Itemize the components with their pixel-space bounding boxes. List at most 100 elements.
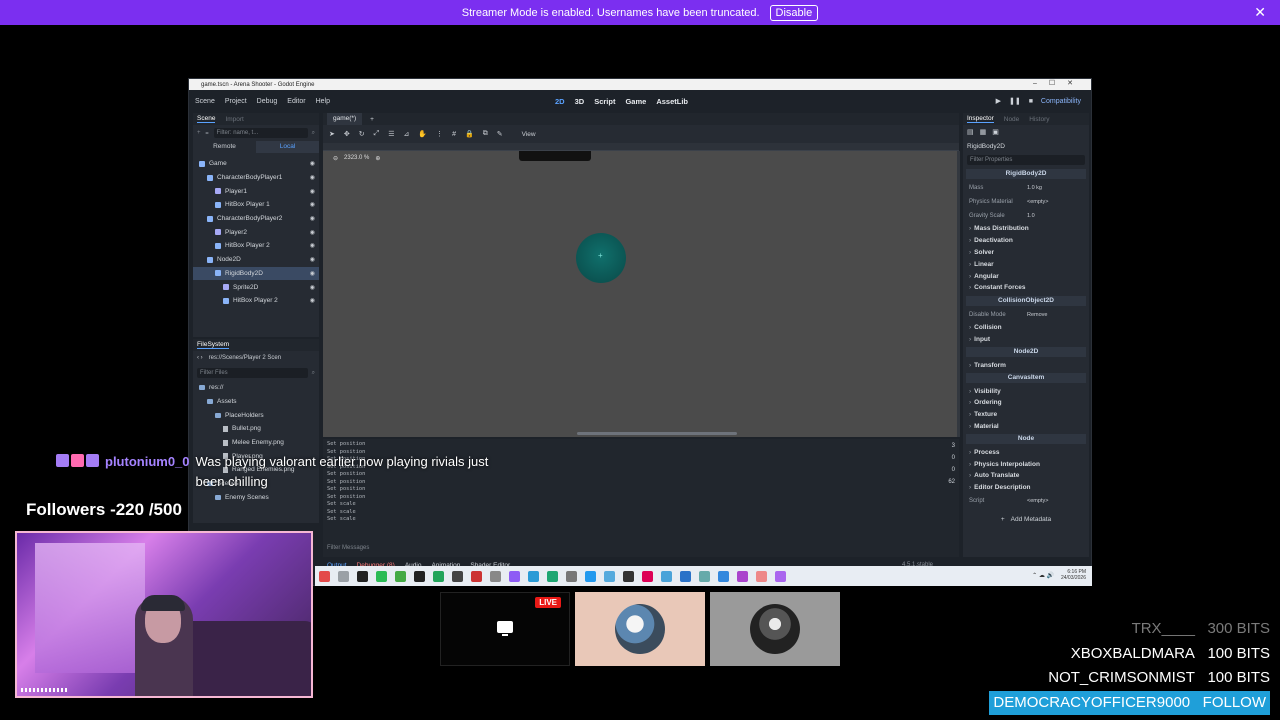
group-icon[interactable]: ⧉: [483, 130, 488, 138]
visibility-icon[interactable]: ◉: [310, 284, 315, 291]
taskbar-app-icon[interactable]: [585, 570, 596, 582]
inspector-group[interactable]: Auto Translate: [963, 470, 1089, 482]
tab-filesystem[interactable]: FileSystem: [197, 341, 230, 349]
disable-button[interactable]: Disable: [769, 4, 819, 21]
play-icon[interactable]: ▶: [996, 97, 1001, 105]
visibility-icon[interactable]: ◉: [310, 256, 315, 263]
select-tool-icon[interactable]: ➤: [329, 130, 335, 138]
visibility-icon[interactable]: ◉: [310, 201, 315, 208]
renderer-select[interactable]: Compatibility: [1041, 98, 1081, 105]
taskbar-app-icon[interactable]: [699, 570, 710, 582]
mode-3d[interactable]: 3D: [575, 97, 585, 106]
inspector-group[interactable]: Collision: [963, 322, 1089, 334]
inspector-group[interactable]: Texture: [963, 409, 1089, 421]
inspector-group[interactable]: Process: [963, 446, 1089, 458]
scene-node[interactable]: Player2 ◉: [193, 225, 319, 239]
rotate-tool-icon[interactable]: ↻: [359, 130, 365, 138]
scene-node[interactable]: Player1 ◉: [193, 184, 319, 198]
scene-node[interactable]: CharacterBodyPlayer1 ◉: [193, 171, 319, 185]
add-tab-icon[interactable]: +: [370, 116, 374, 123]
filter-properties-input[interactable]: Filter Properties: [967, 155, 1085, 165]
move-tool-icon[interactable]: ✥: [344, 130, 350, 138]
menu-editor[interactable]: Editor: [287, 98, 305, 105]
fs-item[interactable]: PlaceHolders: [193, 408, 319, 422]
taskbar-app-icon[interactable]: [737, 570, 748, 582]
taskbar-app-icon[interactable]: [376, 570, 387, 582]
count-errors[interactable]: 0: [952, 455, 955, 461]
taskbar-app-icon[interactable]: [509, 570, 520, 582]
zoom-in-icon[interactable]: ⊕: [375, 155, 380, 162]
tab-game-scene[interactable]: game(*): [327, 113, 363, 125]
scene-filter-input[interactable]: Filter: name, t...: [213, 128, 308, 138]
inspector-group[interactable]: Angular: [963, 270, 1089, 282]
fs-item[interactable]: res://: [193, 381, 319, 395]
visibility-icon[interactable]: ◉: [310, 188, 315, 195]
visibility-icon[interactable]: ◉: [310, 174, 315, 181]
inspector-group[interactable]: Editor Description: [963, 482, 1089, 494]
link-icon[interactable]: ⚭: [205, 130, 210, 137]
snap-icon[interactable]: ⋮: [436, 130, 443, 138]
scene-node[interactable]: Game ◉: [193, 157, 319, 171]
tab-node[interactable]: Node: [1004, 116, 1020, 123]
taskbar-clock[interactable]: 6:16 PM 24/03/2026: [1061, 569, 1086, 581]
inspector-group[interactable]: Deactivation: [963, 235, 1089, 247]
visibility-icon[interactable]: ◉: [310, 229, 315, 236]
taskbar-app-icon[interactable]: [338, 570, 349, 582]
fs-item[interactable]: Melee Enemy.png: [193, 436, 319, 450]
menu-help[interactable]: Help: [316, 98, 330, 105]
taskbar-app-icon[interactable]: [718, 570, 729, 582]
tab-history[interactable]: History: [1029, 116, 1049, 123]
scene-node[interactable]: HitBox Player 2 ◉: [193, 294, 319, 308]
participant-tile[interactable]: [710, 592, 840, 666]
taskbar-app-icon[interactable]: [547, 570, 558, 582]
taskbar-app-icon[interactable]: [471, 570, 482, 582]
taskbar-app-icon[interactable]: [623, 570, 634, 582]
filter-messages-input[interactable]: Filter Messages: [327, 543, 927, 553]
menu-project[interactable]: Project: [225, 98, 247, 105]
fs-item[interactable]: Bullet.png: [193, 422, 319, 436]
count-info[interactable]: 62: [948, 479, 955, 485]
fs-item[interactable]: Assets: [193, 395, 319, 409]
taskbar-app-icon[interactable]: [775, 570, 786, 582]
grid-icon[interactable]: #: [452, 131, 456, 138]
count-warnings[interactable]: 0: [952, 467, 955, 473]
2d-viewport[interactable]: ⊖ 2323.0 % ⊕ +: [323, 151, 959, 437]
visibility-icon[interactable]: ◉: [310, 215, 315, 222]
inspector-group[interactable]: Input: [963, 334, 1089, 346]
inspector-group[interactable]: Visibility: [963, 385, 1089, 397]
taskbar-app-icon[interactable]: [528, 570, 539, 582]
inspector-group[interactable]: Transform: [963, 359, 1089, 371]
pick-icon[interactable]: ✎: [497, 130, 503, 138]
visibility-icon[interactable]: ◉: [310, 270, 315, 277]
stop-icon[interactable]: ■: [1029, 98, 1033, 105]
taskbar-app-icon[interactable]: [414, 570, 425, 582]
taskbar-app-icon[interactable]: [566, 570, 577, 582]
taskbar-app-icon[interactable]: [395, 570, 406, 582]
taskbar-app-icon[interactable]: [642, 570, 653, 582]
system-tray[interactable]: ⌃ ☁ 🔊: [1032, 572, 1054, 579]
taskbar-app-icon[interactable]: [680, 570, 691, 582]
taskbar-app-icon[interactable]: [452, 570, 463, 582]
mode-game[interactable]: Game: [625, 97, 646, 106]
pause-icon[interactable]: ❚❚: [1009, 97, 1021, 105]
new-resource-icon[interactable]: ▤: [967, 128, 974, 136]
scene-node[interactable]: CharacterBodyPlayer2 ◉: [193, 212, 319, 226]
local-button[interactable]: Local: [256, 141, 319, 153]
path-field[interactable]: res://Scenes/Player 2 Scen: [209, 355, 281, 361]
scene-node[interactable]: HitBox Player 2 ◉: [193, 239, 319, 253]
taskbar-app-icon[interactable]: [604, 570, 615, 582]
count-messages[interactable]: 3: [952, 443, 955, 449]
visibility-icon[interactable]: ◉: [310, 297, 315, 304]
inspector-group[interactable]: Linear: [963, 258, 1089, 270]
inspector-group[interactable]: Mass Distribution: [963, 223, 1089, 235]
tab-inspector[interactable]: Inspector: [967, 115, 994, 123]
open-icon[interactable]: ▦: [980, 128, 987, 136]
menu-debug[interactable]: Debug: [257, 98, 278, 105]
scene-node[interactable]: RigidBody2D ◉: [193, 266, 319, 281]
menu-scene[interactable]: Scene: [195, 98, 215, 105]
tab-import[interactable]: Import: [225, 116, 243, 123]
tab-scene[interactable]: Scene: [197, 115, 216, 123]
ruler-tool-icon[interactable]: ⊿: [404, 130, 410, 138]
prop-script-value[interactable]: <empty>: [1027, 498, 1083, 504]
search-icon[interactable]: ⌕: [312, 370, 315, 377]
